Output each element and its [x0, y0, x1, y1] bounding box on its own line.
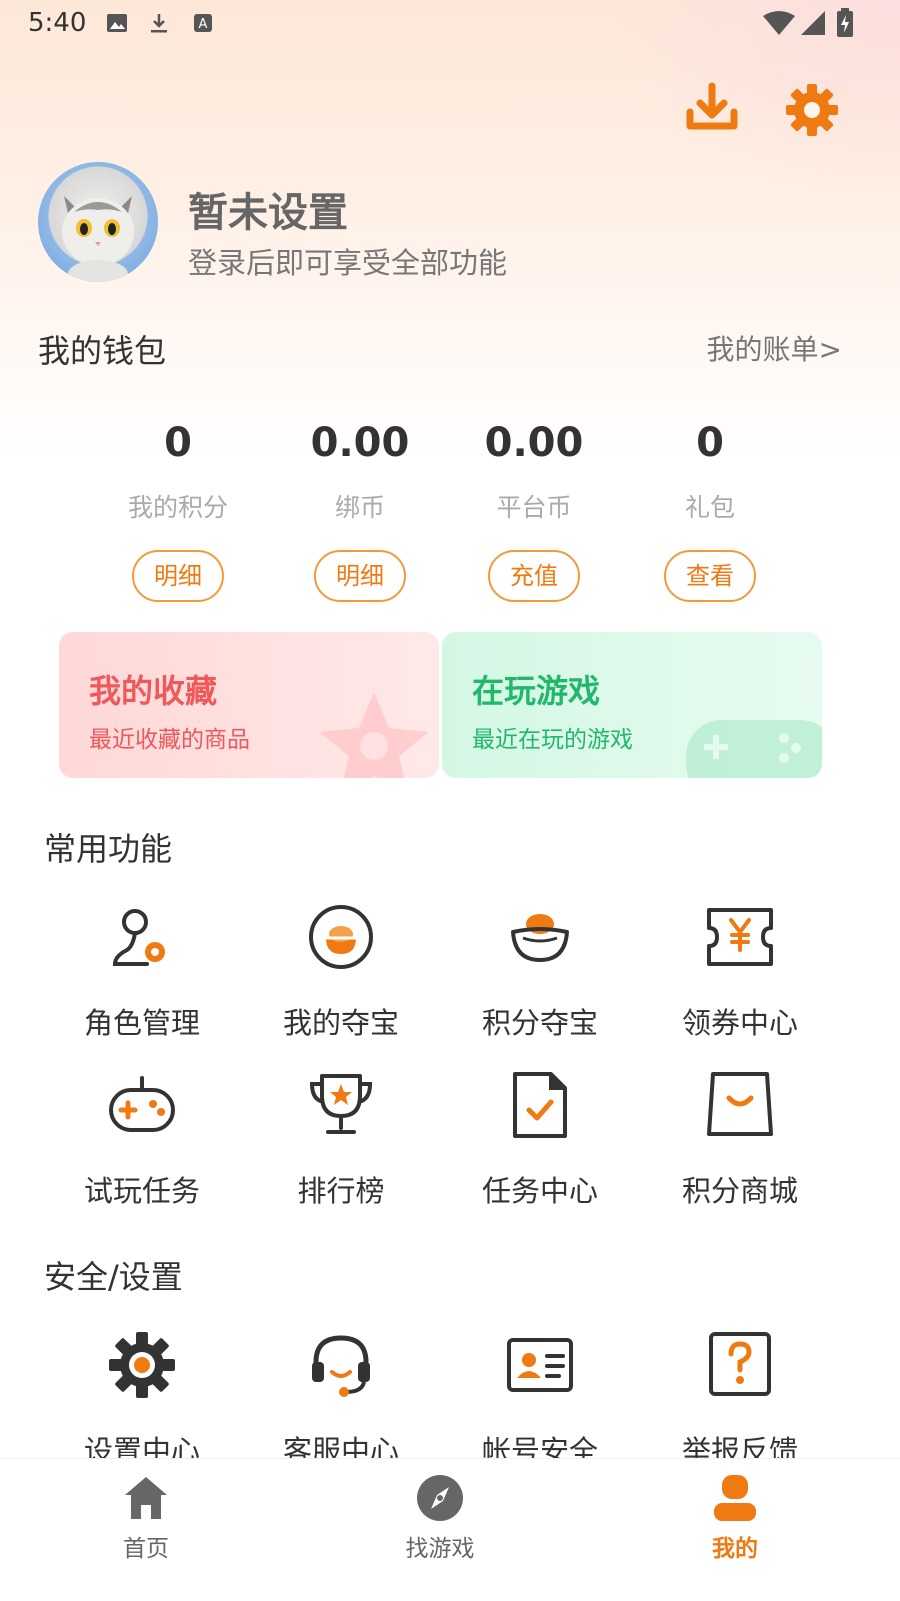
playing-games-card[interactable]: 在玩游戏 最近在玩的游戏 [442, 632, 822, 778]
wallet-label: 礼包 [684, 493, 735, 522]
my-bill-link[interactable]: 我的账单> [707, 328, 842, 368]
treasure-icon [309, 905, 373, 969]
role-management-item[interactable]: 角色管理 [42, 902, 242, 1042]
points-detail-button[interactable]: 明细 [132, 550, 224, 602]
grid-item-label: 试玩任务 [83, 1174, 200, 1208]
coupon-center-item[interactable]: 领券中心 [640, 902, 840, 1042]
leaderboard-item[interactable]: 排行榜 [241, 1070, 441, 1210]
wallet-gift: 0 礼包 查看 [620, 420, 800, 602]
account-security-item[interactable]: 帐号安全 [440, 1330, 640, 1470]
status-time: 5:40 [28, 8, 87, 38]
nav-mine[interactable]: 我的 [655, 1473, 815, 1563]
grid-item-label: 我的夺宝 [282, 1006, 399, 1040]
grid-item-label: 排行榜 [297, 1174, 385, 1208]
nav-label: 首页 [123, 1536, 169, 1562]
task-center-item[interactable]: 任务中心 [440, 1070, 640, 1210]
wallet-value: 0 [164, 420, 192, 466]
nav-label: 我的 [712, 1536, 758, 1562]
home-icon [125, 1477, 167, 1519]
favorites-title: 我的收藏 [89, 672, 218, 710]
nav-label: 找游戏 [405, 1536, 475, 1562]
report-feedback-item[interactable]: 举报反馈 [640, 1330, 840, 1470]
my-treasure-item[interactable]: 我的夺宝 [241, 902, 441, 1042]
points-treasure-item[interactable]: 积分夺宝 [440, 902, 640, 1042]
wallet-label: 平台币 [496, 493, 572, 522]
grid-item-label: 领券中心 [681, 1006, 798, 1040]
trophy-icon [309, 1074, 373, 1134]
signal-icon [801, 11, 825, 35]
id-card-icon [507, 1338, 573, 1392]
coupon-icon [707, 908, 773, 966]
nav-home[interactable]: 首页 [66, 1473, 226, 1563]
shop-bag-icon [707, 1072, 773, 1136]
wallet-label: 我的积分 [127, 493, 228, 522]
wallet-title: 我的钱包 [38, 332, 167, 370]
wallet-value: 0.00 [484, 420, 584, 466]
wallet-label: 绑币 [334, 493, 385, 522]
svg-text:A: A [199, 17, 208, 32]
report-icon [709, 1332, 771, 1396]
recharge-button[interactable]: 充值 [488, 550, 580, 602]
security-settings-title: 安全/设置 [44, 1258, 183, 1296]
wallet-platform-coin: 0.00 平台币 充值 [444, 420, 624, 602]
cat-avatar-icon [62, 196, 134, 282]
common-functions-title: 常用功能 [44, 830, 173, 868]
download-button[interactable] [684, 82, 740, 138]
text-notification-icon: A [194, 14, 212, 32]
settings-button[interactable] [784, 82, 840, 138]
gift-view-button[interactable]: 查看 [664, 550, 756, 602]
settings-center-item[interactable]: 设置中心 [42, 1330, 242, 1470]
customer-service-item[interactable]: 客服中心 [241, 1330, 441, 1470]
wallet-bound-coin: 0.00 绑币 明细 [270, 420, 450, 602]
favorites-card[interactable]: 我的收藏 最近收藏的商品 [59, 632, 439, 778]
compass-icon [417, 1475, 463, 1521]
playing-subtitle: 最近在玩的游戏 [472, 727, 633, 753]
download-notification-icon [151, 14, 167, 33]
grid-item-label: 角色管理 [83, 1006, 200, 1040]
profile-subtitle[interactable]: 登录后即可享受全部功能 [188, 240, 507, 282]
image-notification-icon [107, 14, 127, 32]
headset-icon [312, 1335, 370, 1397]
profile-icon [714, 1475, 756, 1521]
nav-find-games[interactable]: 找游戏 [360, 1473, 520, 1563]
trial-task-item[interactable]: 试玩任务 [42, 1070, 242, 1210]
grid-item-label: 任务中心 [481, 1174, 598, 1208]
grid-item-label: 积分夺宝 [481, 1006, 598, 1040]
wallet-points: 0 我的积分 明细 [88, 420, 268, 602]
gamepad-icon [109, 1076, 175, 1132]
favorites-subtitle: 最近收藏的商品 [89, 727, 250, 753]
battery-icon [837, 8, 853, 37]
wifi-icon [763, 11, 795, 35]
bound-coin-detail-button[interactable]: 明细 [314, 550, 406, 602]
status-bar: 5:40 A [0, 0, 900, 48]
wallet-value: 0 [696, 420, 724, 466]
avatar[interactable] [38, 162, 158, 282]
gamepad-decoration-icon [686, 720, 822, 778]
settings-icon [109, 1332, 175, 1398]
points-mall-item[interactable]: 积分商城 [640, 1070, 840, 1210]
playing-title: 在玩游戏 [472, 672, 601, 710]
role-manage-icon [112, 909, 165, 966]
grid-item-label: 积分商城 [681, 1174, 798, 1208]
star-decoration-icon [319, 692, 429, 778]
points-treasure-icon [511, 914, 569, 962]
profile-name[interactable]: 暂未设置 [188, 180, 348, 238]
task-icon [513, 1072, 567, 1138]
wallet-value: 0.00 [310, 420, 410, 466]
bottom-navigation: 首页 找游戏 我的 [0, 1458, 900, 1601]
